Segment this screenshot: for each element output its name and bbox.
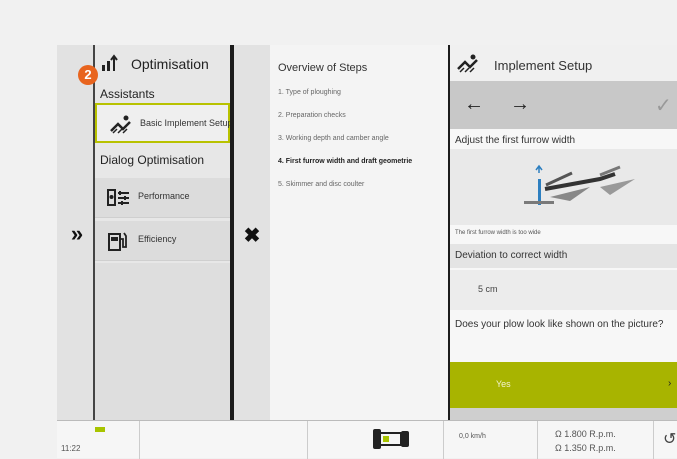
pto-front-value: 1.800 R.p.m. xyxy=(564,429,616,439)
menu-empty-area xyxy=(95,263,230,420)
deviation-label: Deviation to correct width xyxy=(455,250,568,261)
menu-item-label: Performance xyxy=(138,191,190,201)
confirmation-question: Does your plow look like shown on the pi… xyxy=(455,319,664,330)
steps-overview: Overview of Steps 1. Type of ploughing 2… xyxy=(270,45,448,420)
menu-item-performance[interactable]: Performance xyxy=(95,178,230,218)
steps-list: 1. Type of ploughing 2. Preparation chec… xyxy=(278,89,448,204)
optimisation-menu: Optimisation 2 Assistants Basic Implemen… xyxy=(78,45,230,420)
expand-button[interactable]: » xyxy=(65,223,89,247)
close-button[interactable]: ✖ xyxy=(242,226,262,246)
close-column: ✖ xyxy=(234,45,270,420)
menu-title: Optimisation xyxy=(131,56,209,72)
pto-front-rpm: Ω 1.800 R.p.m. xyxy=(555,429,616,439)
back-button[interactable]: ← xyxy=(464,93,484,116)
forward-button[interactable]: → xyxy=(510,93,530,116)
deviation-value-box: 5 cm xyxy=(450,270,677,310)
menu-header: Optimisation xyxy=(95,45,230,87)
battery-icon xyxy=(95,427,105,432)
app-frame: » Optimisation 2 Assistants Basic Implem… xyxy=(0,0,677,459)
deviation-value: 5 cm xyxy=(478,284,498,294)
step-item[interactable]: 5. Skimmer and disc coulter xyxy=(278,181,448,189)
menu-item-efficiency[interactable]: Efficiency xyxy=(95,221,230,261)
furrow-diagram xyxy=(524,164,635,205)
steps-title: Overview of Steps xyxy=(278,62,368,74)
plough-illustration xyxy=(450,149,677,225)
step-item[interactable]: 1. Type of ploughing xyxy=(278,89,448,97)
plough-icon xyxy=(457,54,478,73)
step-item[interactable]: 3. Working depth and camber angle xyxy=(278,135,448,143)
illustration-caption: The first furrow width is too wide xyxy=(455,230,541,236)
instruction-text: Adjust the first furrow width xyxy=(455,135,576,146)
gauge-icon[interactable]: ↺ xyxy=(663,429,676,449)
section-assistants: Assistants xyxy=(100,87,155,101)
implement-setup-panel: Implement Setup ← → ✓ Adjust the first f… xyxy=(450,45,677,420)
status-bar: 11:22 0,0 km/h Ω 1.800 R.p.m. Ω 1.350 R.… xyxy=(57,420,677,459)
yes-label: Yes xyxy=(496,379,511,389)
yes-button[interactable]: Yes › xyxy=(450,362,677,408)
tractor-icon[interactable] xyxy=(369,425,415,453)
speed-readout: 0,0 km/h xyxy=(459,433,486,440)
confirm-button[interactable]: ✓ xyxy=(655,93,672,118)
panel-title: Implement Setup xyxy=(494,58,593,73)
deviation-header: Deviation to correct width xyxy=(450,244,677,268)
fuel-icon xyxy=(108,232,127,251)
pto-icon: Ω xyxy=(555,429,562,439)
step-navigation: ← → ✓ xyxy=(450,81,677,129)
pto-rear-rpm: Ω 1.350 R.p.m. xyxy=(555,443,616,453)
step-badge: 2 xyxy=(78,65,98,85)
menu-item-label: Efficiency xyxy=(138,234,177,244)
expand-column: » xyxy=(57,45,95,420)
step-item[interactable]: 2. Preparation checks xyxy=(278,112,448,120)
optimisation-icon xyxy=(102,54,118,71)
plough-icon xyxy=(110,115,131,134)
panel-footer xyxy=(450,408,677,420)
step-item-active[interactable]: 4. First furrow width and draft geometri… xyxy=(278,158,448,166)
menu-item-label: Basic Implement Setup xyxy=(140,118,230,128)
clock: 11:22 xyxy=(61,444,81,453)
pto-icon: Ω xyxy=(555,443,562,453)
panel-header: Implement Setup xyxy=(450,45,677,81)
chevron-right-icon: › xyxy=(668,378,672,389)
section-dialog: Dialog Optimisation xyxy=(100,153,205,167)
menu-item-basic-implement[interactable]: Basic Implement Setup xyxy=(95,103,230,143)
performance-icon xyxy=(107,189,129,206)
pto-rear-value: 1.350 R.p.m. xyxy=(564,443,616,453)
